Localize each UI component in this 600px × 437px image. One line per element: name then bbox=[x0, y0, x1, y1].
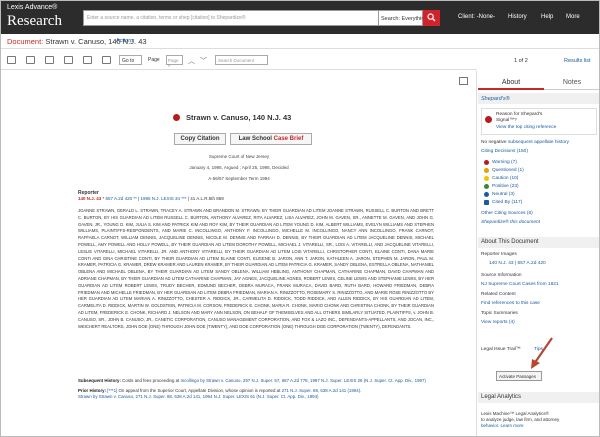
document-title-bar: Document: Strawn v. Canuso, 140 N.J. 43 … bbox=[1, 34, 599, 49]
case-brief-button[interactable]: Law School Case Brief bbox=[230, 133, 312, 145]
red-signal-icon bbox=[485, 116, 492, 123]
parties-text: JOANNE STRAWN, GERALD L. STRAWN, TRACEY … bbox=[78, 208, 434, 329]
shepards-section-header: Shepard's® bbox=[478, 93, 599, 104]
questioned-icon bbox=[484, 168, 489, 173]
cited-by-icon bbox=[484, 200, 489, 205]
subsequent-history-link[interactable]: Incollingo by Strawn v. Canuso, 297 N.J.… bbox=[181, 378, 426, 383]
goto-dropdown[interactable]: Go to bbox=[119, 55, 142, 65]
page-label: Page bbox=[148, 57, 160, 63]
search-type-dropdown[interactable]: Search: Everything bbox=[379, 10, 427, 26]
top-citing-reference-link[interactable]: View the top citing reference bbox=[496, 125, 556, 130]
result-position: 1 of 2 bbox=[514, 58, 528, 64]
top-navigation-bar: Lexis Advance® Research Enter a source n… bbox=[1, 1, 599, 34]
treatment-questioned[interactable]: Questioned (1) bbox=[492, 168, 524, 173]
prior-history-label: Prior History: bbox=[78, 387, 107, 393]
reporter-citations: 140 N.J. 43 * 657 A.2d 420 ** | 1995 N.J… bbox=[78, 196, 224, 201]
tab-notes[interactable]: Notes bbox=[544, 78, 599, 90]
client-menu[interactable]: Client: -None- bbox=[458, 14, 495, 20]
topic-summaries-link[interactable]: View reports (4) bbox=[481, 320, 515, 325]
treatment-neutral[interactable]: Neutral (3) bbox=[492, 192, 515, 197]
download-icon[interactable] bbox=[26, 56, 35, 64]
neutral-icon bbox=[484, 192, 489, 197]
legal-analytics-body: Lexis Machine™ Legal Analytics® to analy… bbox=[481, 411, 560, 429]
treatment-caution[interactable]: Caution (10) bbox=[492, 176, 518, 181]
prior-history-link[interactable]: 271 N.J. Super. 88, 638 A.2d 141 (1994). bbox=[282, 388, 362, 393]
citing-decisions-link[interactable]: Citing Decisions (150) bbox=[481, 149, 528, 154]
subsequent-appellate-link[interactable]: subsequent appellate history bbox=[508, 140, 569, 145]
document-label: Document: bbox=[7, 37, 44, 46]
topic-summaries-label: Topic Summaries bbox=[481, 311, 518, 316]
positive-icon bbox=[484, 184, 489, 189]
source-information-label: Source Information bbox=[481, 273, 522, 278]
signal-reason-line2: Signal™? bbox=[496, 118, 517, 123]
copy-icon[interactable] bbox=[102, 56, 111, 64]
case-brief-label: Case Brief bbox=[273, 136, 304, 142]
reporter-link-a2d[interactable]: 657 A.2d 420 ** bbox=[106, 196, 137, 201]
no-negative-text: No negative bbox=[481, 140, 508, 145]
search-icon bbox=[427, 13, 436, 22]
search-button[interactable] bbox=[423, 10, 440, 26]
tab-about[interactable]: About bbox=[478, 78, 544, 90]
reporter-images-label: Reporter Images bbox=[481, 252, 517, 257]
results-list-link[interactable]: Results list bbox=[564, 58, 591, 64]
decision-dates: January 4, 1995, Argued ; April 25, 1995… bbox=[189, 165, 289, 170]
print-icon[interactable] bbox=[64, 56, 73, 64]
reporter-link-lexis[interactable]: 1995 N.J. LEXIS 34 *** bbox=[141, 196, 187, 201]
search-document-input[interactable]: Search Document bbox=[215, 55, 268, 65]
page-number-input[interactable]: Page # bbox=[166, 55, 183, 68]
caution-icon bbox=[484, 176, 489, 181]
related-content-label: Related Content bbox=[481, 292, 516, 297]
legal-analytics-header: Legal Analytics bbox=[478, 392, 599, 403]
court-name: Supreme Court of New Jersey bbox=[208, 154, 270, 159]
expand-icon[interactable] bbox=[459, 77, 468, 85]
alert-icon[interactable] bbox=[83, 56, 92, 64]
subsequent-history-label: Subsequent History: bbox=[78, 378, 121, 383]
related-content-link[interactable]: Find references to this case bbox=[481, 301, 540, 306]
other-citing-sources-link[interactable]: Other Citing Sources (6) bbox=[481, 211, 533, 216]
docket-number: A-56/57 September Term 1994 bbox=[208, 176, 270, 181]
chevron-up-icon[interactable]: ︿ bbox=[188, 56, 195, 66]
logo-subtitle: Lexis Advance® bbox=[7, 4, 58, 11]
shepardize-link[interactable]: Shepardize® this document bbox=[481, 220, 540, 225]
activate-passages-button[interactable]: Activate Passages bbox=[496, 371, 542, 381]
logo-research[interactable]: Research bbox=[7, 12, 62, 30]
warning-icon bbox=[484, 160, 489, 165]
treatment-warning[interactable]: Warning (7) bbox=[492, 160, 517, 165]
application-window: Lexis Advance® Research Enter a source n… bbox=[0, 0, 600, 437]
legal-issue-trail-label: Legal Issue Trail™ bbox=[481, 347, 521, 352]
annotation-arrow-icon bbox=[531, 337, 553, 369]
actions-menu[interactable]: Actions bbox=[116, 38, 134, 44]
more-menu[interactable]: More bbox=[566, 14, 580, 20]
email-icon[interactable] bbox=[45, 56, 54, 64]
case-title: Strawn v. Canuso, 140 N.J. 43 bbox=[186, 113, 292, 122]
history-link[interactable]: History bbox=[508, 14, 527, 20]
treatment-positive[interactable]: Positive (23) bbox=[492, 184, 519, 189]
about-panel: About Notes Shepard's® Reason for Shepar… bbox=[478, 71, 599, 436]
source-link[interactable]: NJ Supreme Court Cases from 1821 bbox=[481, 282, 559, 287]
copy-citation-button[interactable]: Copy Citation bbox=[174, 133, 226, 145]
reporter-images-links[interactable]: 140 N.J. 43 | 657 A.2d 420 bbox=[489, 261, 546, 266]
case-history: Subsequent History: Costs and fees proce… bbox=[78, 378, 438, 401]
folder-icon[interactable] bbox=[7, 56, 16, 64]
case-brief-prefix: Law School bbox=[238, 136, 274, 142]
help-link[interactable]: Help bbox=[541, 14, 553, 20]
reporter-main-cite: 140 N.J. 43 bbox=[78, 196, 102, 201]
shepards-red-flag-icon[interactable] bbox=[173, 114, 180, 121]
signal-reason-line1: Reason for Shepard's bbox=[496, 112, 543, 117]
about-document-header: About This Document bbox=[478, 237, 599, 248]
chevron-down-icon[interactable]: ﹀ bbox=[200, 56, 207, 66]
search-input[interactable]: Enter a source name, a citation, terms o… bbox=[83, 10, 379, 26]
document-toolbar: Go to Page Page # ︿ ﹀ Search Document bbox=[1, 50, 477, 70]
prior-history-full-cite[interactable]: Strawn by Strawn v. Canuso, 271 N.J. Sup… bbox=[78, 394, 438, 401]
shepards-signal-box: Reason for Shepard's Signal™? View the t… bbox=[481, 108, 597, 135]
treatment-cited-by[interactable]: Cited By (117) bbox=[492, 200, 522, 205]
learn-more-link[interactable]: behavior. Learn more bbox=[481, 423, 559, 429]
